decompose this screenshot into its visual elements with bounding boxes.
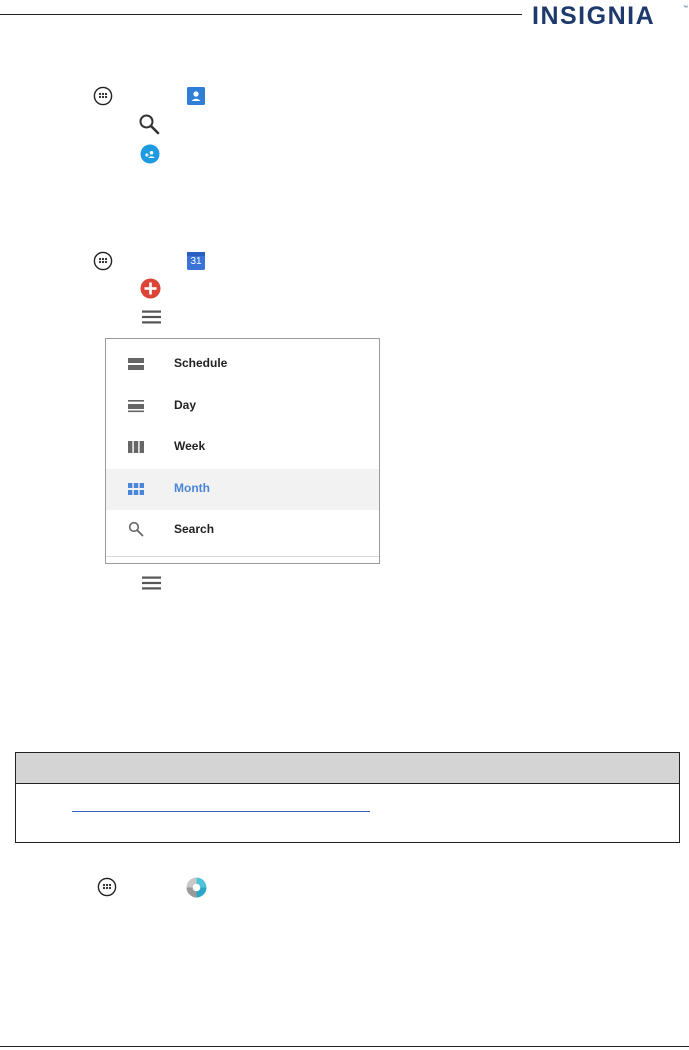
menu-icon[interactable] (142, 576, 161, 590)
search-icon (128, 521, 144, 537)
calendar-icon[interactable]: 31 (186, 251, 206, 271)
menu-icon[interactable] (142, 310, 161, 324)
add-contact-icon[interactable] (140, 144, 160, 164)
month-view-icon (128, 483, 144, 495)
week-view-icon (128, 441, 144, 453)
schedule-view-icon (128, 358, 144, 370)
note-link-underline[interactable] (72, 811, 370, 812)
brand-trademark: ™ (683, 5, 688, 11)
day-view-icon (128, 400, 144, 413)
calendar-view-menu: Schedule Day Week Month Search (105, 338, 380, 564)
photos-icon[interactable] (186, 877, 207, 898)
add-event-icon[interactable] (140, 278, 161, 299)
menu-item-label: Week (174, 439, 206, 453)
header-rule (0, 14, 522, 15)
menu-divider (106, 556, 379, 557)
contacts-icon[interactable] (186, 86, 206, 106)
footer-rule (0, 1046, 689, 1047)
search-icon[interactable] (138, 113, 160, 135)
menu-item-label: Schedule (174, 356, 228, 370)
apps-icon[interactable] (93, 251, 113, 271)
menu-item-search[interactable]: Search (106, 510, 379, 551)
apps-icon[interactable] (97, 877, 117, 897)
menu-item-label: Search (174, 522, 215, 536)
menu-item-schedule[interactable]: Schedule (106, 344, 379, 385)
menu-item-label: Day (174, 398, 197, 412)
note-header (16, 753, 679, 784)
menu-item-week[interactable]: Week (106, 427, 379, 468)
note-box (15, 752, 680, 843)
menu-item-month[interactable]: Month (106, 469, 379, 510)
menu-item-label: Month (174, 481, 210, 495)
calendar-day-number: 31 (190, 256, 202, 267)
brand-logo: INSIGNIA (532, 2, 656, 30)
apps-icon[interactable] (93, 86, 113, 106)
menu-item-day[interactable]: Day (106, 386, 379, 427)
